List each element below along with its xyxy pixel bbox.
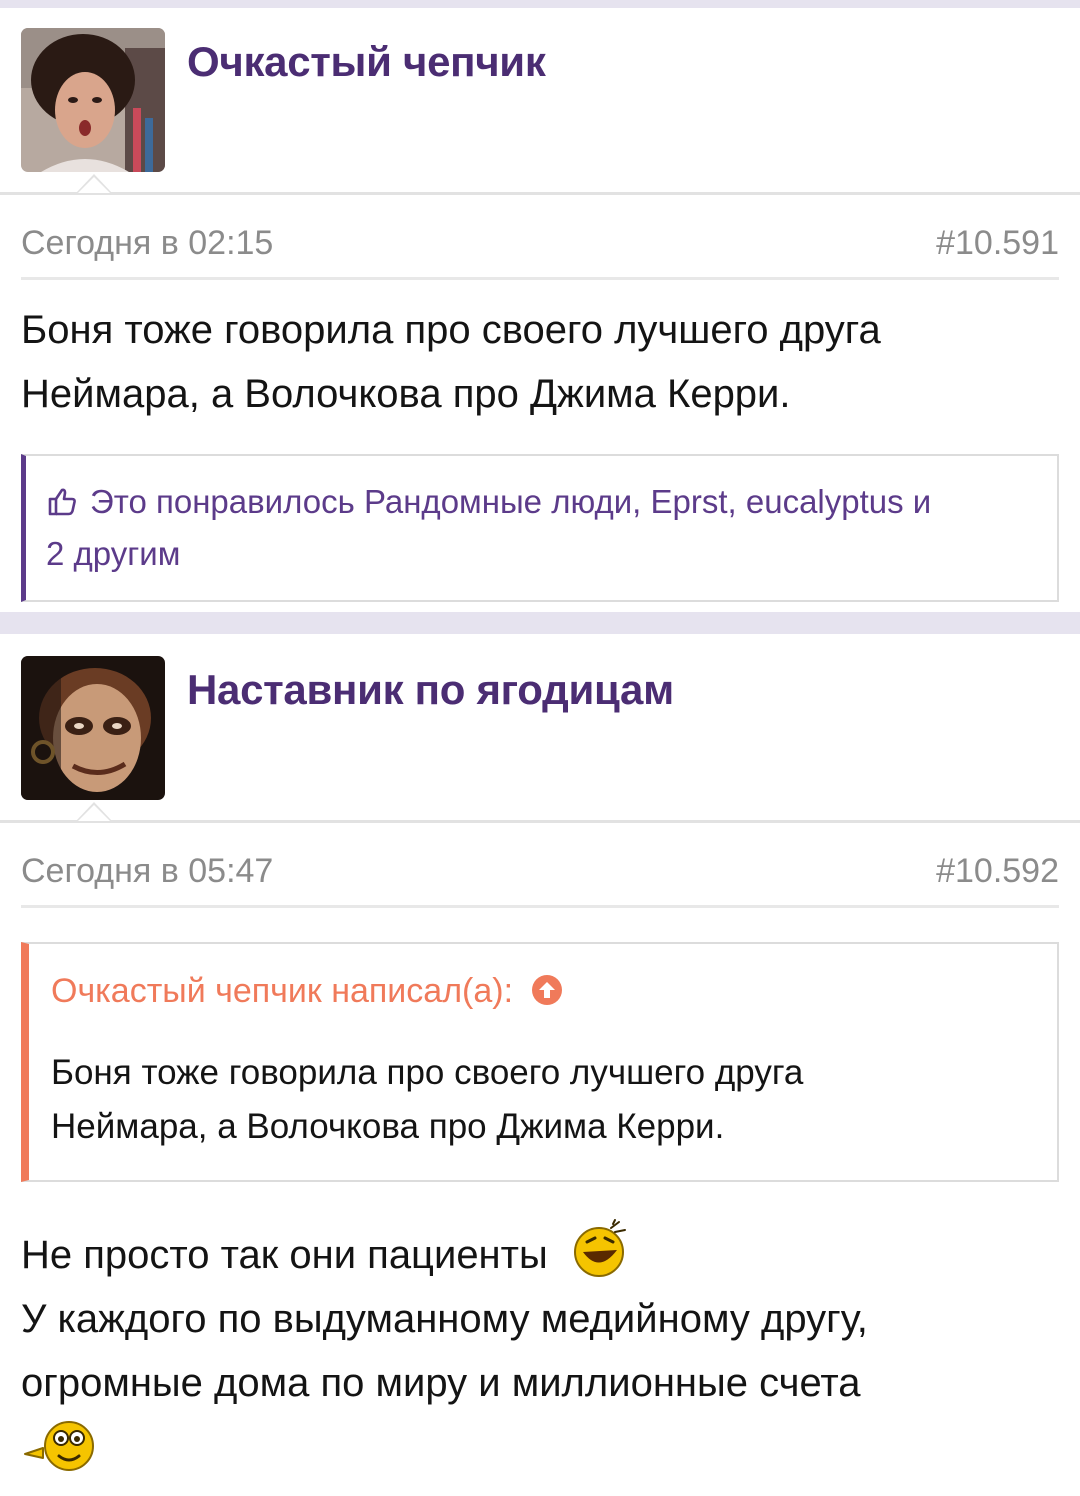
post: Наставник по ягодицам Сегодня в 05:47 #1… <box>0 636 1080 1479</box>
post-date[interactable]: Сегодня в 05:47 <box>21 852 273 891</box>
avatar-pointer <box>76 174 112 193</box>
post-meta: Сегодня в 02:15 #10.591 <box>21 194 1059 280</box>
message-line: огромные дома по миру и миллионные счета <box>21 1361 861 1405</box>
post-header: Наставник по ягодицам <box>0 636 1080 823</box>
likes-text-line1[interactable]: Это понравилось Рандомные люди, Eprst, e… <box>90 483 931 520</box>
message-line: Не просто так они пациенты <box>21 1233 548 1277</box>
top-separator <box>0 0 1080 8</box>
post-username[interactable]: Очкастый чепчик <box>187 38 546 86</box>
message-line: Боня тоже говорила про своего лучшего др… <box>21 308 881 352</box>
avatar[interactable] <box>21 28 165 172</box>
arrow-up-circle-icon[interactable] <box>531 974 563 1006</box>
post-username[interactable]: Наставник по ягодицам <box>187 666 674 714</box>
avatar[interactable] <box>21 656 165 800</box>
post-meta: Сегодня в 05:47 #10.592 <box>21 822 1059 908</box>
likes-summary[interactable]: Это понравилось Рандомные люди, Eprst, e… <box>21 454 1059 602</box>
pointing-smiley-icon <box>24 1421 94 1471</box>
avatar-pointer <box>76 802 112 821</box>
quote-author[interactable]: Очкастый чепчик написал(а): <box>51 966 1029 1016</box>
post-header: Очкастый чепчик <box>0 8 1080 195</box>
post-date[interactable]: Сегодня в 02:15 <box>21 224 273 263</box>
post-message: Не просто так они пациенты У каждого по … <box>21 1182 1059 1479</box>
laughing-smiley-icon <box>573 1219 626 1277</box>
quote-block: Очкастый чепчик написал(а): Боня тоже го… <box>21 942 1059 1182</box>
message-line: Неймара, а Волочкова про Джима Керри. <box>21 372 791 416</box>
message-line: У каждого по выдуманному медийному другу… <box>21 1297 868 1341</box>
post-separator <box>0 612 1080 634</box>
quote-text: Боня тоже говорила про своего лучшего др… <box>51 1046 1029 1154</box>
post-number-link[interactable]: #10.591 <box>936 224 1059 263</box>
post: Очкастый чепчик Сегодня в 02:15 #10.591 … <box>0 8 1080 602</box>
quote-line: Боня тоже говорила про своего лучшего др… <box>51 1053 804 1092</box>
likes-text-line2[interactable]: 2 другим <box>46 528 1033 580</box>
quote-line: Неймара, а Волочкова про Джима Керри. <box>51 1107 725 1146</box>
quote-author-text[interactable]: Очкастый чепчик написал(а): <box>51 972 513 1010</box>
thumbs-up-icon <box>48 488 76 516</box>
post-message: Боня тоже говорила про своего лучшего др… <box>21 280 1059 426</box>
post-number-link[interactable]: #10.592 <box>936 852 1059 891</box>
